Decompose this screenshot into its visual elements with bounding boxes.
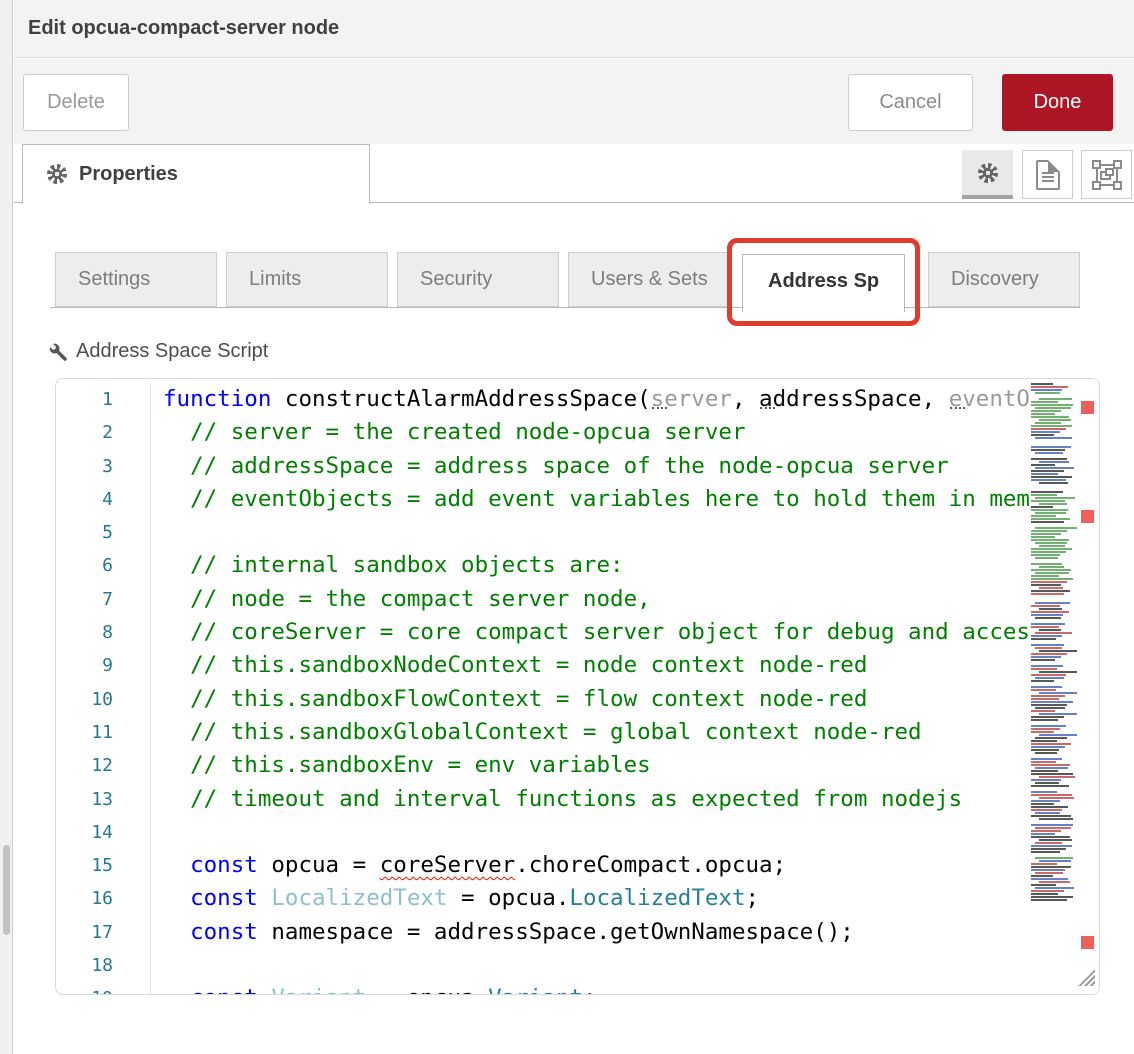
code-text: const LocalizedText = opcua.LocalizedTex…	[150, 882, 759, 915]
code-text: const opcua = coreServer.choreCompact.op…	[150, 849, 786, 882]
line-number[interactable]: 5	[56, 516, 113, 549]
delete-button[interactable]: Delete	[23, 74, 129, 131]
tab-limits[interactable]: Limits	[226, 252, 388, 307]
done-button[interactable]: Done	[1002, 74, 1113, 131]
wrench-icon	[48, 342, 68, 362]
line-number[interactable]: 18	[56, 949, 113, 982]
error-marker	[1081, 936, 1094, 949]
line-number[interactable]: 2	[56, 416, 113, 449]
line-number[interactable]: 6	[56, 549, 113, 582]
code-text: // eventObjects = add event variables he…	[150, 483, 1030, 516]
properties-tab-label: Properties	[79, 163, 178, 186]
code-line[interactable]: 13 // timeout and interval functions as …	[56, 783, 1099, 816]
code-text	[150, 949, 163, 982]
code-line[interactable]: 1 function constructAlarmAddressSpace(ser…	[56, 383, 1099, 416]
code-line[interactable]: 10 // this.sandboxFlowContext = flow con…	[56, 683, 1099, 716]
tab-users-and-sets[interactable]: Users & Sets	[568, 252, 730, 307]
tab-address-space[interactable]: Address Sp	[742, 254, 905, 312]
code-text: // server = the created node-opcua serve…	[150, 416, 746, 449]
line-number[interactable]: 16	[56, 882, 113, 915]
line-number[interactable]: 17	[56, 916, 113, 949]
code-line[interactable]: 9 // this.sandboxNodeContext = node cont…	[56, 649, 1099, 682]
code-line[interactable]: 11 // this.sandboxGlobalContext = global…	[56, 716, 1099, 749]
code-text: // this.sandboxGlobalContext = global co…	[150, 716, 922, 749]
code-text: // internal sandbox objects are:	[150, 549, 624, 582]
code-text: const namespace = addressSpace.getOwnNam…	[150, 916, 854, 949]
gear-icon	[47, 164, 67, 184]
resize-grip[interactable]	[1078, 969, 1095, 986]
tab-security[interactable]: Security	[397, 252, 559, 307]
minimap[interactable]	[1029, 379, 1077, 994]
description-view-button[interactable]	[1022, 150, 1073, 199]
line-number[interactable]: 13	[56, 783, 113, 816]
code-line[interactable]: 16 const LocalizedText = opcua.Localized…	[56, 882, 1099, 915]
dialog-title: Edit opcua-compact-server node	[28, 17, 339, 40]
code-line[interactable]: 17 const namespace = addressSpace.getOwn…	[56, 916, 1099, 949]
line-number[interactable]: 1	[56, 383, 113, 416]
line-number[interactable]: 3	[56, 450, 113, 483]
code-text: // this.sandboxNodeContext = node contex…	[150, 649, 867, 682]
edit-node-dialog: Edit opcua-compact-server node Delete Ca…	[0, 0, 1134, 1054]
line-number[interactable]: 8	[56, 616, 113, 649]
code-text: // this.sandboxEnv = env variables	[150, 749, 651, 782]
overview-ruler	[1077, 379, 1099, 994]
code-line[interactable]: 14	[56, 816, 1099, 849]
code-text	[150, 816, 163, 849]
code-editor[interactable]: 1 function constructAlarmAddressSpace(ser…	[55, 378, 1100, 995]
appearance-view-button[interactable]	[1081, 150, 1132, 199]
line-number[interactable]: 14	[56, 816, 113, 849]
code-line[interactable]: 2 // server = the created node-opcua ser…	[56, 416, 1099, 449]
dialog-toolbar: Delete Cancel Done	[14, 59, 1134, 144]
code-text: // coreServer = core compact server obje…	[150, 616, 1030, 649]
tabs-baseline	[50, 307, 1080, 308]
code-text: // node = the compact server node,	[150, 583, 651, 616]
line-number[interactable]: 15	[56, 849, 113, 882]
code-line[interactable]: 4 // eventObjects = add event variables …	[56, 483, 1099, 516]
line-number[interactable]: 4	[56, 483, 113, 516]
cancel-button[interactable]: Cancel	[848, 74, 973, 131]
node-settings-tabs: Settings Limits Security Users & Sets Ad…	[14, 252, 1134, 315]
code-line[interactable]: 19 const Variant = opcua.Variant;	[56, 982, 1099, 995]
code-line[interactable]: 7 // node = the compact server node,	[56, 583, 1099, 616]
code-lines: 1 function constructAlarmAddressSpace(ser…	[56, 383, 1099, 995]
left-scrollbar	[0, 0, 13, 1054]
appearance-icon	[1093, 161, 1121, 189]
line-number[interactable]: 12	[56, 749, 113, 782]
code-line[interactable]: 8 // coreServer = core compact server ob…	[56, 616, 1099, 649]
tab-settings[interactable]: Settings	[55, 252, 217, 307]
left-scrollbar-thumb[interactable]	[3, 845, 10, 935]
line-number[interactable]: 11	[56, 716, 113, 749]
section-header: Address Space Script	[48, 340, 268, 363]
code-line[interactable]: 3 // addressSpace = address space of the…	[56, 450, 1099, 483]
code-line[interactable]: 18	[56, 949, 1099, 982]
code-line[interactable]: 12 // this.sandboxEnv = env variables	[56, 749, 1099, 782]
code-text: function constructAlarmAddressSpace(serv…	[150, 383, 1030, 416]
dialog-header: Edit opcua-compact-server node	[14, 0, 1134, 58]
properties-tab-bar: Properties	[14, 144, 1134, 203]
code-text: // addressSpace = address space of the n…	[150, 450, 949, 483]
edit-tray: Edit opcua-compact-server node Delete Ca…	[14, 0, 1134, 1054]
tab-properties[interactable]: Properties	[22, 144, 370, 204]
tab-discovery[interactable]: Discovery	[928, 252, 1080, 307]
line-number[interactable]: 7	[56, 583, 113, 616]
error-marker	[1081, 510, 1094, 523]
code-line[interactable]: 6 // internal sandbox objects are:	[56, 549, 1099, 582]
line-number[interactable]: 10	[56, 683, 113, 716]
properties-view-button[interactable]	[962, 150, 1013, 199]
code-line[interactable]: 15 const opcua = coreServer.choreCompact…	[56, 849, 1099, 882]
error-marker	[1081, 401, 1094, 414]
section-label: Address Space Script	[76, 340, 268, 363]
line-number[interactable]: 19	[56, 982, 113, 995]
code-text: // this.sandboxFlowContext = flow contex…	[150, 683, 867, 716]
code-line[interactable]: 5	[56, 516, 1099, 549]
code-text: // timeout and interval functions as exp…	[150, 783, 962, 816]
gear-icon	[978, 163, 998, 183]
code-text	[150, 516, 163, 549]
code-text: const Variant = opcua.Variant;	[150, 982, 597, 995]
line-number[interactable]: 9	[56, 649, 113, 682]
document-icon	[1036, 160, 1060, 190]
